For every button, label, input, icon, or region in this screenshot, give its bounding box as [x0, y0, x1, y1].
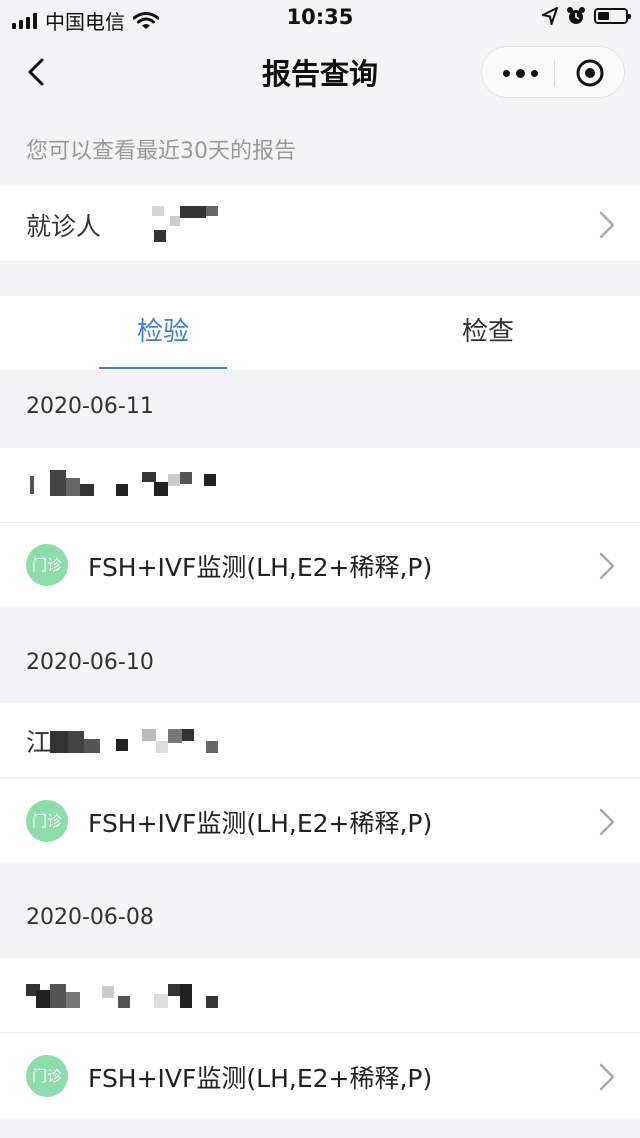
status-right: [542, 6, 631, 26]
chevron-right-icon: [599, 552, 615, 580]
status-bar: 中国电信 10:35: [0, 0, 640, 36]
hint-text: 您可以查看最近30天的报告: [26, 139, 296, 164]
patient-name-row: [0, 958, 640, 1033]
report-list-item[interactable]: 门诊 FSH+IVF监测(LH,E2+稀释,P): [0, 523, 640, 607]
tab-examination[interactable]: 检查: [328, 296, 640, 370]
active-tab-indicator: [99, 367, 227, 369]
chevron-right-icon: [599, 1063, 615, 1091]
chevron-right-icon: [599, 211, 615, 239]
mini-program-capsule: [481, 46, 625, 98]
outpatient-badge: 门诊: [26, 800, 68, 842]
battery-icon: [594, 8, 631, 24]
nav-bar: 报告查询: [0, 36, 640, 106]
patient-name-pixelated: [150, 202, 230, 242]
location-arrow-icon: [542, 7, 558, 25]
tab-lab-test[interactable]: 检验: [3, 296, 323, 370]
target-icon[interactable]: [575, 58, 605, 88]
patient-name-row: 江: [0, 703, 640, 778]
date-header: 2020-06-11: [26, 394, 154, 419]
chevron-right-icon: [599, 808, 615, 836]
more-icon[interactable]: [500, 61, 540, 85]
patient-name-pixelated: [50, 725, 230, 757]
patient-name-pixelated: [26, 980, 226, 1012]
report-list-item[interactable]: 门诊 FSH+IVF监测(LH,E2+稀释,P): [0, 779, 640, 863]
capsule-divider: [554, 60, 555, 86]
report-list-item[interactable]: 门诊 FSH+IVF监测(LH,E2+稀释,P): [0, 1034, 640, 1118]
report-title: FSH+IVF监测(LH,E2+稀释,P): [88, 553, 433, 582]
patient-name-pixelated: [30, 470, 230, 502]
patient-name-prefix: 江: [26, 728, 52, 757]
date-header: 2020-06-08: [26, 905, 154, 930]
outpatient-badge: 门诊: [26, 544, 68, 586]
date-header: 2020-06-10: [26, 650, 154, 675]
report-tabs: 检验 检查: [0, 296, 640, 370]
report-title: FSH+IVF监测(LH,E2+稀释,P): [88, 1064, 433, 1093]
report-title: FSH+IVF监测(LH,E2+稀释,P): [88, 809, 433, 838]
patient-selector[interactable]: 就诊人: [0, 186, 640, 261]
alarm-icon: [567, 7, 585, 24]
outpatient-badge: 门诊: [26, 1055, 68, 1097]
patient-label: 就诊人: [26, 212, 102, 241]
patient-name-row: [0, 448, 640, 523]
